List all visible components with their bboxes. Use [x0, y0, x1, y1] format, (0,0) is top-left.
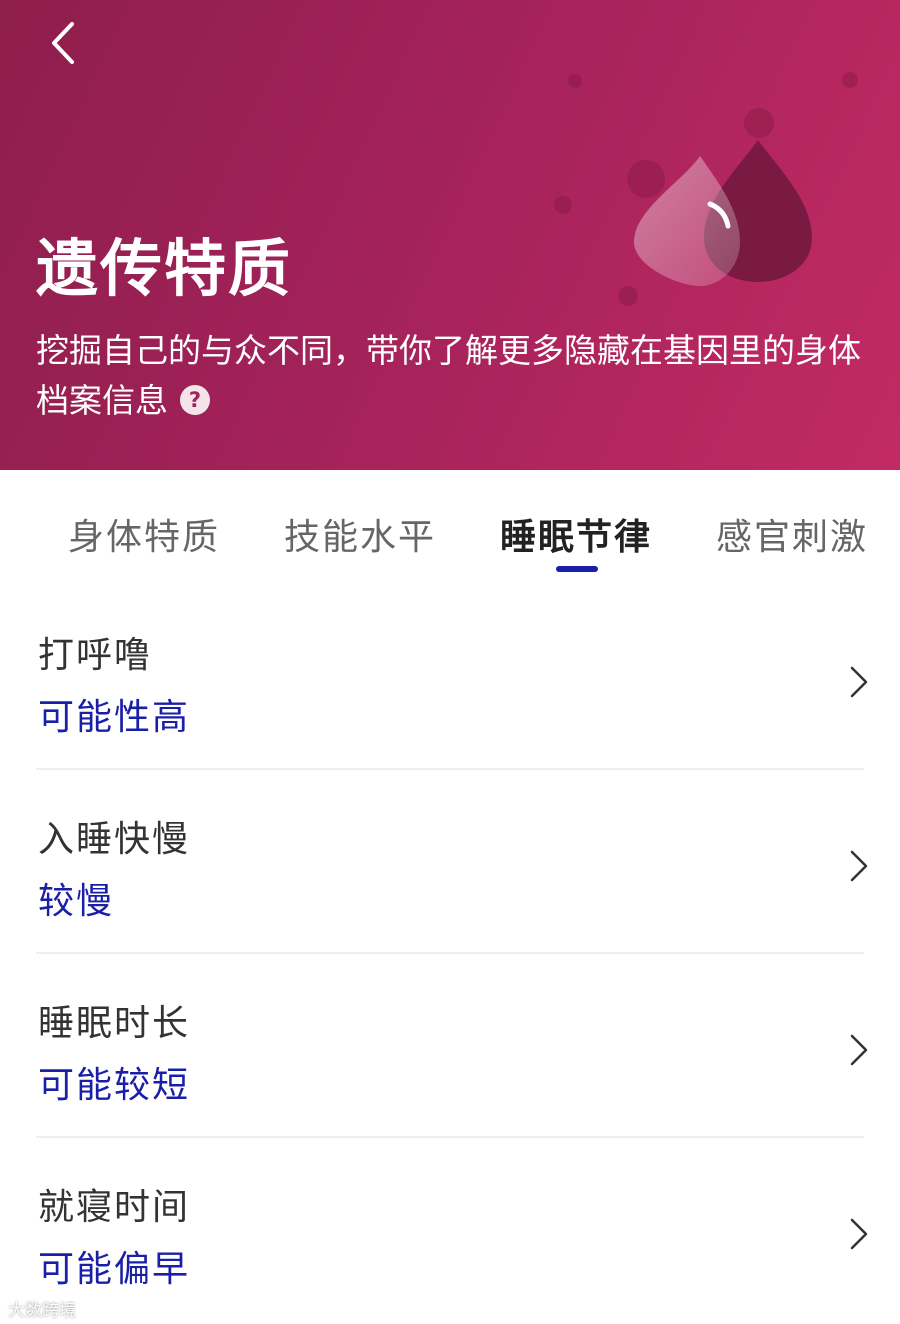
chevron-right-icon [850, 1034, 868, 1066]
trait-value: 较慢 [38, 881, 115, 922]
decor-dot [568, 74, 582, 88]
chevron-right-icon [850, 850, 868, 882]
page: 遗传特质 挖掘自己的与众不同，带你了解更多隐藏在基因里的身体档案信息? 身体特质… [0, 0, 900, 1324]
page-description: 挖掘自己的与众不同，带你了解更多隐藏在基因里的身体档案信息? [36, 326, 876, 426]
trait-title: 就寝时间 [38, 1187, 191, 1228]
chevron-right-icon [850, 1218, 868, 1250]
decor-dot [744, 108, 774, 138]
decor-dot [842, 72, 858, 88]
water-drop-icon [634, 140, 812, 286]
trait-item-bedtime[interactable]: 就寝时间 可能偏早 [0, 1138, 900, 1322]
chevron-right-icon [850, 666, 868, 698]
trait-title: 打呼噜 [38, 635, 153, 676]
tab-sensory-stimulation[interactable]: 感官刺激 [716, 508, 868, 560]
decor-dot [554, 196, 572, 214]
trait-item-sleep-onset[interactable]: 入睡快慢 较慢 [0, 770, 900, 954]
back-arrow-icon [52, 22, 74, 64]
tab-skill-level[interactable]: 技能水平 [284, 508, 436, 560]
trait-item-sleep-duration[interactable]: 睡眠时长 可能较短 [0, 954, 900, 1138]
category-tabs: 身体特质 技能水平 睡眠节律 感官刺激 [0, 470, 900, 580]
watermark: 大数跨境 [8, 1301, 76, 1321]
back-button[interactable] [40, 18, 90, 68]
tab-sleep-rhythm[interactable]: 睡眠节律 [500, 508, 652, 560]
help-icon[interactable]: ? [180, 384, 210, 415]
tab-body-traits[interactable]: 身体特质 [68, 508, 220, 560]
description-text: 挖掘自己的与众不同，带你了解更多隐藏在基因里的身体档案信息 [36, 331, 861, 420]
trait-title: 入睡快慢 [38, 819, 191, 860]
trait-value: 可能较短 [38, 1065, 191, 1106]
active-tab-indicator [556, 566, 598, 572]
trait-list: 打呼噜 可能性高 入睡快慢 较慢 睡眠时长 可能较短 就寝时间 可能偏早 [0, 586, 900, 1322]
trait-value: 可能偏早 [38, 1249, 191, 1290]
header-banner: 遗传特质 挖掘自己的与众不同，带你了解更多隐藏在基因里的身体档案信息? [0, 0, 900, 470]
page-title: 遗传特质 [36, 232, 293, 305]
trait-item-snoring[interactable]: 打呼噜 可能性高 [0, 586, 900, 770]
trait-title: 睡眠时长 [38, 1003, 191, 1044]
trait-value: 可能性高 [38, 697, 191, 738]
